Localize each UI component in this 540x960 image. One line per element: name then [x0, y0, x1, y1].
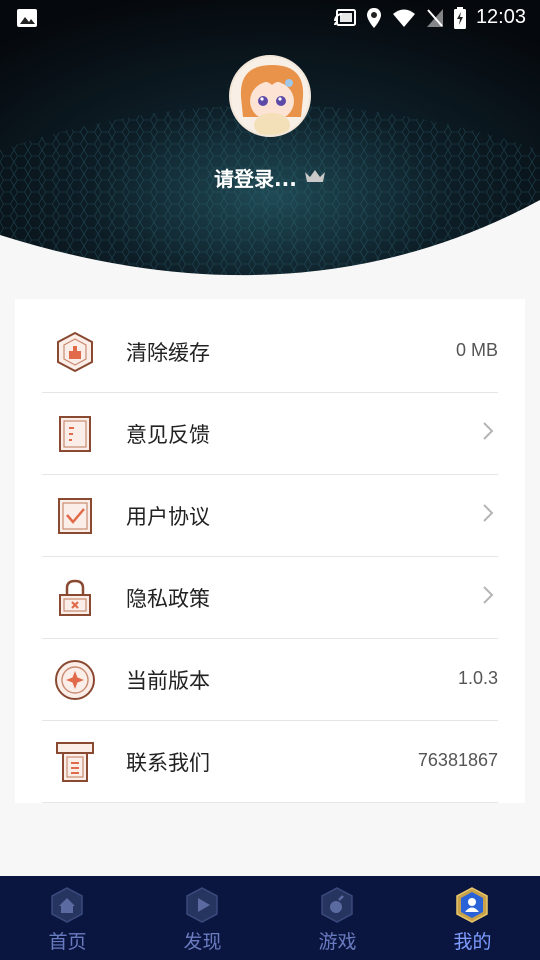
menu-item-privacy-policy[interactable]: 隐私政策 [42, 557, 498, 639]
settings-card: 清除缓存 0 MB 意见反馈 用户协议 隐私政策 当前版本 1.0.3 联系我们… [15, 299, 525, 803]
menu-item-label: 隐私政策 [126, 587, 210, 611]
nav-label: 游戏 [318, 931, 357, 953]
nav-item-mine[interactable]: 我的 [405, 876, 540, 960]
nav-item-discover[interactable]: 发现 [135, 876, 270, 960]
wifi-icon [392, 9, 415, 27]
header-background [0, 0, 540, 280]
chevron-right-icon [482, 421, 494, 445]
chevron-right-icon [482, 503, 494, 527]
play-icon [183, 886, 221, 928]
version-value: 1.0.3 [457, 668, 498, 688]
broom-hexagon-icon [54, 331, 96, 373]
nav-item-home[interactable]: 首页 [0, 876, 135, 960]
user-icon [453, 886, 491, 928]
contact-printer-icon [54, 741, 96, 783]
status-bar: 12:03 [0, 0, 540, 36]
login-text[interactable]: 请登录... [214, 167, 297, 191]
nav-label: 发现 [183, 931, 222, 953]
menu-item-feedback[interactable]: 意见反馈 [42, 393, 498, 475]
feedback-note-icon [54, 413, 96, 455]
game-icon [318, 886, 356, 928]
menu-item-label: 清除缓存 [126, 341, 210, 365]
menu-item-label: 意见反馈 [126, 423, 210, 447]
no-signal-icon [426, 8, 443, 27]
nav-item-games[interactable]: 游戏 [270, 876, 405, 960]
cast-icon [333, 8, 356, 26]
cache-size-value: 0 MB [455, 340, 498, 360]
avatar[interactable] [229, 55, 311, 137]
menu-item-current-version[interactable]: 当前版本 1.0.3 [42, 639, 498, 721]
version-badge-icon [54, 659, 96, 701]
menu-item-user-agreement[interactable]: 用户协议 [42, 475, 498, 557]
menu-item-contact-us[interactable]: 联系我们 76381867 [42, 721, 498, 803]
nav-label: 首页 [48, 931, 87, 953]
menu-item-label: 用户协议 [126, 505, 210, 529]
menu-item-clear-cache[interactable]: 清除缓存 0 MB [42, 311, 498, 393]
chevron-right-icon [482, 585, 494, 609]
menu-item-label: 联系我们 [126, 751, 210, 775]
contact-number-value: 76381867 [417, 750, 498, 770]
agreement-check-icon [54, 495, 96, 537]
profile-header: 请登录... [0, 0, 540, 280]
bottom-navigation: 首页 发现 游戏 我的 [0, 876, 540, 960]
status-time: 12:03 [475, 6, 526, 28]
crown-icon [304, 168, 326, 188]
login-row[interactable]: 请登录... [0, 163, 540, 192]
nav-label: 我的 [453, 931, 492, 953]
battery-icon [453, 6, 466, 29]
menu-item-label: 当前版本 [126, 669, 210, 693]
location-icon [366, 7, 381, 28]
image-notification-icon [17, 9, 37, 27]
privacy-lock-icon [54, 577, 96, 619]
home-icon [48, 886, 86, 928]
